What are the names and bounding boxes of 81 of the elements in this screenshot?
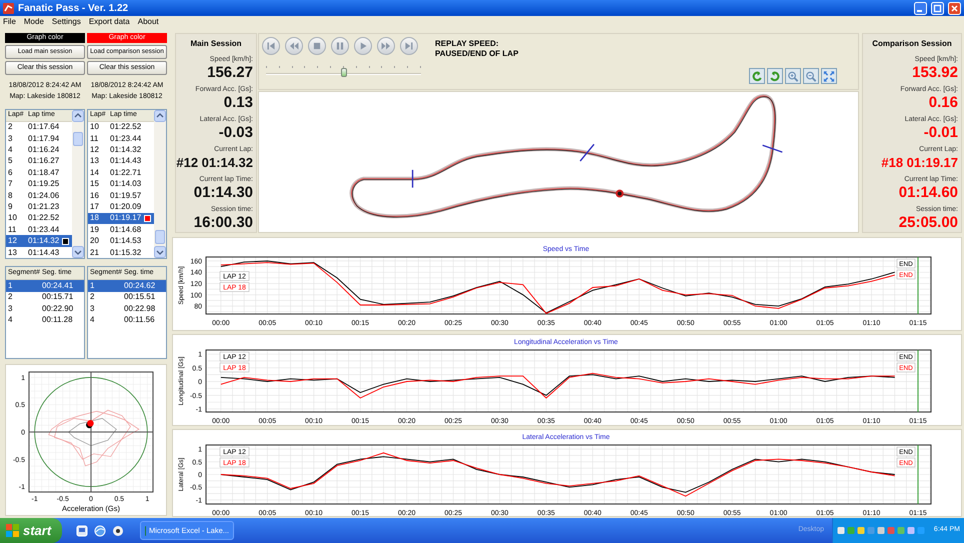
readout-value: #12 01:14.32: [176, 154, 253, 172]
lap-number: 14: [89, 166, 100, 179]
lap-number: 5: [7, 155, 14, 168]
replay-speed-label: REPLAY SPEED:: [435, 39, 500, 49]
readout-value: 25:05.00: [898, 214, 958, 232]
segment-number: 1: [7, 280, 14, 292]
lap-time: 01:14.03: [110, 178, 142, 190]
readout-value: 0.13: [224, 94, 253, 112]
lap-number: 18: [89, 212, 100, 224]
lap-time: 01:14.43: [110, 155, 142, 168]
lap-number: 11: [7, 224, 18, 236]
lap-time: 01:17.64: [28, 121, 60, 134]
lap-number: 4: [7, 144, 14, 156]
lap-number: 12: [7, 235, 18, 248]
readout-value: 01:14.60: [898, 184, 958, 202]
readout-value: 01:14.30: [194, 184, 253, 202]
lap-number: 8: [7, 190, 14, 202]
segment-time: 00:11.28: [42, 314, 74, 326]
lap-number: 12: [89, 144, 100, 156]
lap-number: 21: [89, 246, 100, 258]
segment-time: 00:24.41: [42, 280, 74, 292]
readout-value: -0.03: [218, 124, 253, 142]
lap-time: 01:14.68: [110, 224, 142, 236]
lap-number: 9: [7, 200, 14, 213]
lap-time: 01:19.57: [110, 190, 142, 202]
lap-time: 01:14.53: [110, 235, 142, 248]
lap-time: 01:14.32: [28, 235, 60, 248]
lap-time: 01:16.27: [28, 155, 60, 168]
segment-number: 2: [7, 291, 14, 304]
lap-time: 01:15.32: [110, 246, 142, 258]
lap-number: 7: [7, 178, 14, 190]
segment-time: 00:15.71: [42, 291, 74, 304]
segment-number: 1: [89, 280, 96, 292]
lap-time: 01:22.71: [110, 166, 142, 179]
segment-time: 00:11.56: [124, 314, 156, 326]
panel-title: Main Session: [190, 38, 242, 50]
panel-title: Comparison Session: [872, 38, 952, 50]
lap-number: 11: [89, 132, 100, 145]
lap-number: 19: [89, 224, 100, 236]
lap-number: 17: [89, 200, 100, 213]
lap-time: 01:23.44: [28, 224, 60, 236]
segment-number: 4: [89, 314, 96, 326]
lap-time: 01:17.94: [28, 132, 60, 145]
lap-time: 01:20.09: [110, 200, 142, 213]
lap-time: 01:22.52: [28, 212, 60, 224]
readout-value: 16:00.30: [194, 214, 253, 232]
segment-number: 4: [7, 314, 14, 326]
lap-time: 01:16.24: [28, 144, 60, 156]
lap-time: 01:18.47: [28, 166, 60, 179]
readout-value: 156.27: [207, 64, 253, 82]
lap-number: 10: [7, 212, 18, 224]
lap-number: 15: [89, 178, 100, 190]
readout-value: -0.01: [924, 124, 958, 142]
readout-value: 153.92: [912, 64, 958, 82]
lap-number: 3: [7, 132, 14, 145]
segment-time: 00:24.62: [124, 280, 156, 292]
readout-value: #18 01:19.17: [881, 154, 958, 172]
readout-value: 0.16: [928, 94, 958, 112]
lap-number: 6: [7, 166, 14, 179]
lap-time: 01:14.43: [28, 246, 60, 258]
lap-number: 13: [7, 246, 18, 258]
window-title: Fanatic Pass - Ver. 1.22: [18, 2, 130, 16]
segment-time: 00:15.51: [124, 291, 156, 304]
lap-time: 01:24.06: [28, 190, 60, 202]
segment-time: 00:22.98: [124, 302, 156, 315]
lap-time: 01:19.25: [28, 178, 60, 190]
lap-number: 13: [89, 155, 100, 168]
lap-number: 20: [89, 235, 100, 248]
lap-time: 01:19.17: [110, 212, 142, 224]
lap-time: 01:22.52: [110, 121, 142, 134]
replay-status: PAUSED/END OF LAP: [435, 49, 518, 59]
lap-number: 2: [7, 121, 14, 134]
segment-time: 00:22.90: [42, 302, 74, 315]
segment-number: 2: [89, 291, 96, 304]
segment-number: 3: [89, 302, 96, 315]
lap-time: 01:23.44: [110, 132, 142, 145]
segment-number: 3: [7, 302, 14, 315]
lap-number: 16: [89, 190, 100, 202]
lap-time: 01:14.32: [110, 144, 142, 156]
lap-number: 10: [89, 121, 100, 134]
lap-time: 01:21.23: [28, 200, 60, 213]
